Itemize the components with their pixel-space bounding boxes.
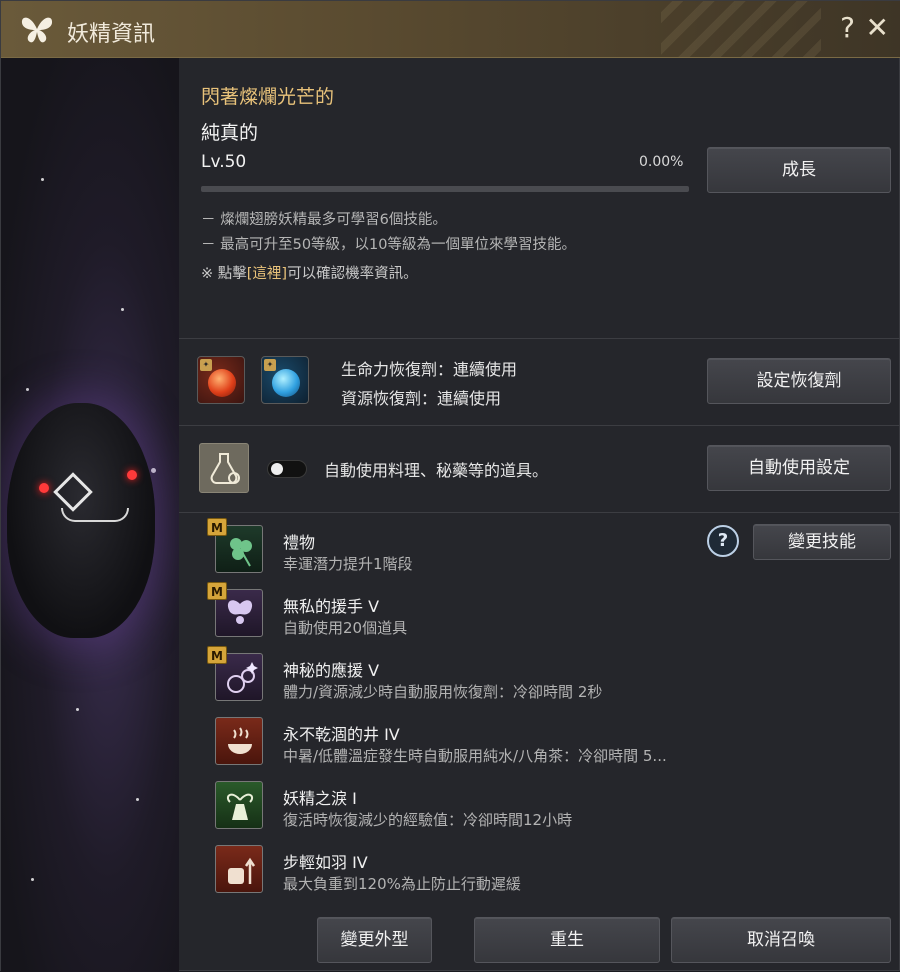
divider xyxy=(179,425,900,426)
skill-name: 永不乾涸的井 IV xyxy=(283,725,400,744)
angel-vase-icon xyxy=(215,781,263,829)
fairy-eye xyxy=(39,483,49,493)
skill-name: 步輕如羽 IV xyxy=(283,853,368,872)
probability-link[interactable]: [這裡] xyxy=(247,266,287,282)
fairy-portrait xyxy=(1,58,179,972)
fairy-eye xyxy=(127,470,137,480)
fairy-details: 閃著燦爛光芒的 純真的 Lv.50 0.00% 成長 － 燦爛翅膀妖精最多可學習… xyxy=(179,58,900,972)
resource-potion-slot[interactable]: ✦ xyxy=(261,356,309,404)
close-button[interactable]: ✕ xyxy=(866,11,889,45)
hp-potion-slot[interactable]: ✦ xyxy=(197,356,245,404)
skill-desc: 體力/資源減少時自動服用恢復劑：冷卻時間 2秒 xyxy=(283,683,603,701)
skill-badge: M xyxy=(207,646,227,664)
rebirth-button[interactable]: 重生 xyxy=(474,917,660,963)
fairy-mouth xyxy=(61,508,129,522)
exp-bar xyxy=(201,186,689,192)
auto-use-toggle[interactable] xyxy=(267,460,307,478)
auto-use-settings-button[interactable]: 自動使用設定 xyxy=(707,445,891,491)
fairy-name: 純真的 xyxy=(201,122,259,144)
slot-badge-icon: ✦ xyxy=(200,359,212,371)
sparkle xyxy=(76,708,79,711)
set-potion-button-label: 設定恢復劑 xyxy=(756,371,842,391)
skill-desc: 復活時恢復減少的經驗值：冷卻時間12小時 xyxy=(283,811,573,829)
skill-desc: 幸運潛力提升1階段 xyxy=(283,555,413,573)
sparkle xyxy=(151,468,156,473)
title-decoration xyxy=(661,1,821,57)
fairy-title: 閃著燦爛光芒的 xyxy=(201,86,335,108)
sparkle xyxy=(136,798,139,801)
divider xyxy=(179,512,900,513)
skill-name: 禮物 xyxy=(283,533,316,552)
set-potion-button[interactable]: 設定恢復劑 xyxy=(707,358,891,404)
title-bar[interactable]: 妖精資訊 ? ✕ xyxy=(1,1,900,58)
bowl-steam-icon xyxy=(215,717,263,765)
divider xyxy=(179,338,900,339)
info-line: － 燦爛翅膀妖精最多可學習6個技能。 xyxy=(201,212,447,228)
slot-badge-icon: ✦ xyxy=(264,359,276,371)
resource-potion-setting: 資源恢復劑：連續使用 xyxy=(341,389,502,408)
change-appearance-label: 變更外型 xyxy=(340,930,409,950)
info-suffix: 可以確認機率資訊。 xyxy=(287,266,418,282)
grow-button-label: 成長 xyxy=(782,160,816,180)
skill-badge: M xyxy=(207,582,227,600)
sparkle xyxy=(31,878,34,881)
skill-desc: 自動使用20個道具 xyxy=(283,619,408,637)
change-appearance-button[interactable]: 變更外型 xyxy=(317,917,432,963)
help-button[interactable]: ? xyxy=(840,11,855,45)
skill-help-icon[interactable]: ? xyxy=(707,525,739,557)
grow-button[interactable]: 成長 xyxy=(707,147,891,193)
sparkle xyxy=(41,178,44,181)
info-line: － 最高可升至50等級，以10等級為一個單位來學習技能。 xyxy=(201,237,577,253)
cancel-summon-button[interactable]: 取消召喚 xyxy=(671,917,891,963)
auto-use-icon xyxy=(199,443,249,493)
red-potion-icon xyxy=(208,369,236,397)
auto-use-settings-label: 自動使用設定 xyxy=(748,458,850,478)
change-skill-button[interactable]: 變更技能 xyxy=(753,524,891,560)
butterfly-icon xyxy=(21,17,53,43)
fairy-info-window: 妖精資訊 ? ✕ 閃著燦爛光芒的 純真的 Lv.50 0.00% 成長 － 燦爛… xyxy=(0,0,900,972)
skill-badge: M xyxy=(207,518,227,536)
skill-name: 無私的援手 V xyxy=(283,597,380,616)
blue-potion-icon xyxy=(272,369,300,397)
probability-info-line: ※ 點擊[這裡]可以確認機率資訊。 xyxy=(201,262,418,283)
window-title: 妖精資訊 xyxy=(67,22,156,47)
skill-desc: 中暑/低體溫症發生時自動服用純水/八角茶：冷卻時間 5... xyxy=(283,747,667,765)
skill-name: 神秘的應援 V xyxy=(283,661,380,680)
skill-name: 妖精之淚 I xyxy=(283,789,357,808)
flask-gear-icon xyxy=(210,453,240,484)
change-skill-label: 變更技能 xyxy=(788,532,856,552)
info-prefix: ※ 點擊 xyxy=(201,266,247,282)
sparkle xyxy=(121,308,124,311)
fairy-level: Lv.50 xyxy=(201,152,247,172)
hp-potion-setting: 生命力恢復劑：連續使用 xyxy=(341,360,518,379)
weight-arrow-icon xyxy=(215,845,263,893)
auto-use-label: 自動使用料理、秘藥等的道具。 xyxy=(324,461,549,480)
exp-percent: 0.00% xyxy=(639,154,684,170)
toggle-knob xyxy=(271,463,283,475)
sparkle xyxy=(26,388,29,391)
rebirth-label: 重生 xyxy=(550,930,584,950)
skill-desc: 最大負重到120%為止防止行動遲緩 xyxy=(283,875,521,893)
cancel-summon-label: 取消召喚 xyxy=(747,930,815,950)
